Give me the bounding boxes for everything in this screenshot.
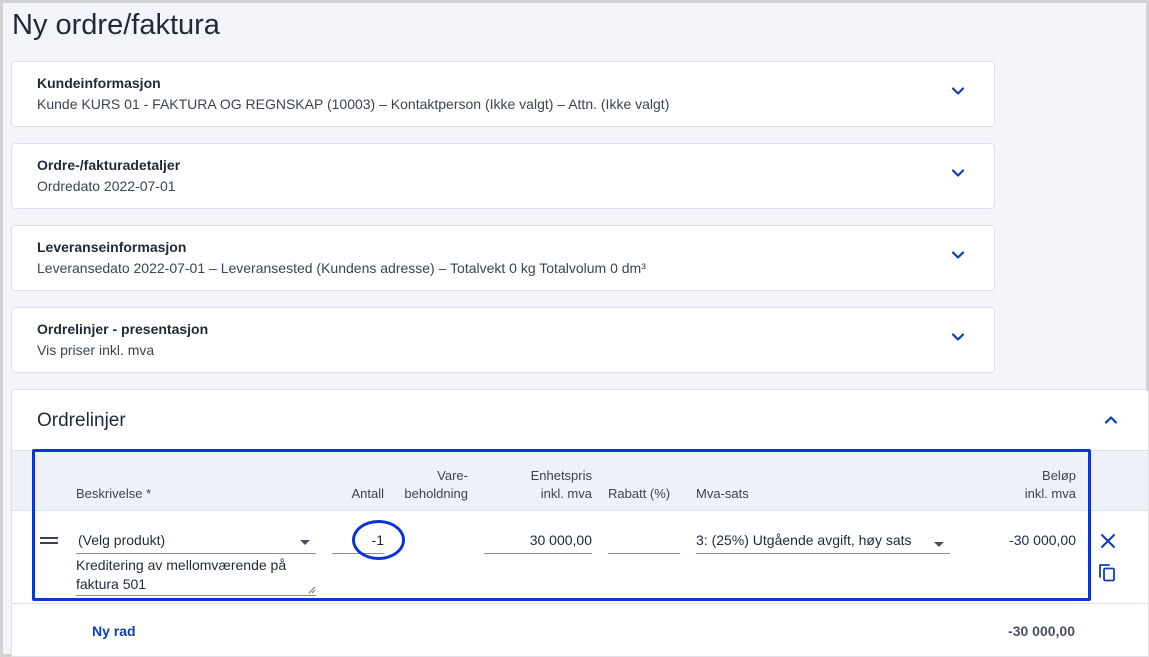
chevron-down-icon[interactable] [949,82,967,100]
col-vat: Mva-sats [696,486,749,501]
section-title: Kundeinformasjon [37,75,161,91]
section-kundeinformasjon[interactable]: Kundeinformasjon Kunde KURS 01 - FAKTURA… [11,61,995,127]
chevron-down-icon[interactable] [300,540,310,545]
orderlines-total: -30 000,00 [1008,623,1075,639]
quantity-input[interactable]: -1 [332,532,384,548]
chevron-down-icon[interactable] [934,542,944,547]
chevron-up-icon[interactable] [1102,411,1120,429]
chevron-down-icon[interactable] [949,164,967,182]
col-amount-line1: Beløp [1042,468,1076,483]
col-quantity: Antall [351,486,384,501]
new-row-button[interactable]: Ny rad [92,623,136,639]
discount-underline [608,553,680,554]
vat-select-underline [696,553,950,554]
row-separator [12,603,1148,604]
col-discount: Rabatt (%) [608,486,671,501]
col-unit-price-line1: Enhetspris [530,468,592,483]
section-summary: Kunde KURS 01 - FAKTURA OG REGNSKAP (100… [37,96,670,112]
section-title: Ordrelinjer - presentasjon [37,321,209,337]
product-select-underline [76,553,316,554]
chevron-down-icon[interactable] [949,246,967,264]
vat-select-value[interactable]: 3: (25%) Utgående avgift, høy sats [696,532,912,548]
page-title: Ny ordre/faktura [12,9,220,41]
section-ordrelinjer-presentasjon[interactable]: Ordrelinjer - presentasjon Vis priser in… [11,307,995,373]
section-ordre-fakturadetaljer[interactable]: Ordre-/fakturadetaljer Ordredato 2022-07… [11,143,995,209]
col-stock-line2: beholdning [404,486,468,501]
description-textarea[interactable]: Kreditering av mellomværende på faktura … [76,556,316,596]
section-summary: Ordredato 2022-07-01 [37,178,176,194]
close-icon[interactable] [1098,531,1118,551]
chevron-down-icon[interactable] [949,328,967,346]
col-description: Beskrivelse * [76,486,152,501]
resize-handle-icon[interactable] [308,586,316,594]
col-stock-line1: Vare- [437,468,468,483]
orderlines-panel: Ordrelinjer Beskrivelse * Antall Vare- b… [11,389,1149,657]
col-unit-price-line2: inkl. mva [540,486,592,501]
app-frame: Ny ordre/faktura Kundeinformasjon Kunde … [0,0,1149,657]
section-title: Ordre-/fakturadetaljer [37,157,181,173]
unit-price-underline [484,553,592,554]
product-select-value[interactable]: (Velg produkt) [78,532,165,548]
section-leveranseinformasjon[interactable]: Leveranseinformasjon Leveransedato 2022-… [11,225,995,291]
section-summary: Vis priser inkl. mva [37,342,155,358]
col-amount-line2: inkl. mva [1024,486,1076,501]
section-summary: Leveransedato 2022-07-01 – Leveransested… [37,260,646,276]
unit-price-input[interactable]: 30 000,00 [482,532,592,548]
quantity-underline [332,553,384,554]
section-title: Leveranseinformasjon [37,239,187,255]
drag-handle-icon[interactable] [40,537,58,547]
copy-icon[interactable] [1097,562,1117,582]
description-underline [76,595,316,596]
row-amount: -30 000,00 [1009,532,1076,548]
orderlines-title: Ordrelinjer [37,410,126,431]
orderlines-table-header: Beskrivelse * Antall Vare- beholdning En… [12,450,1148,511]
